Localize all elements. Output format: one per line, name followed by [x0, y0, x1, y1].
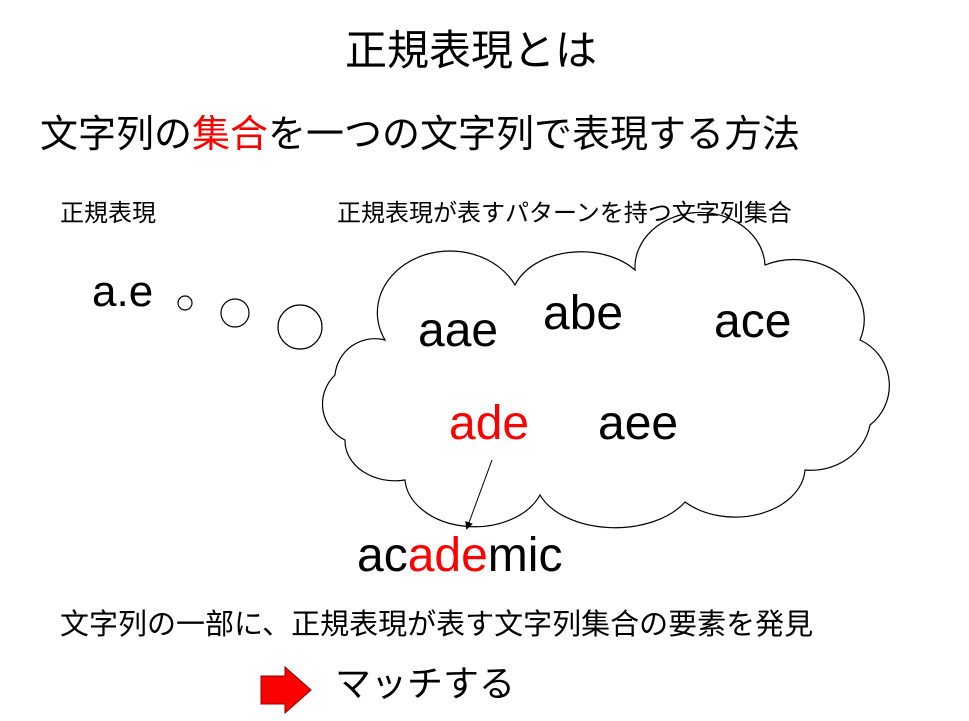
thought-bubble-medium — [220, 298, 250, 328]
thought-bubble-large — [277, 304, 323, 350]
cloud-word: ace — [714, 295, 792, 348]
subtitle-part: 文字列の — [40, 112, 193, 156]
cloud-word: aae — [418, 304, 499, 357]
example-match: ade — [407, 529, 488, 582]
example-part: ac — [357, 529, 408, 582]
label-string-set: 正規表現が表すパターンを持つ文字列集合 — [337, 199, 792, 227]
example-word: academic — [357, 532, 562, 580]
explanation: 文字列の一部に、正規表現が表す文字列集合の要素を発見 — [60, 607, 814, 641]
page-title: 正規表現とは — [345, 26, 598, 75]
label-regex: 正規表現 — [60, 199, 156, 227]
cloud-word: abe — [543, 287, 624, 340]
subtitle-highlight: 集合 — [192, 112, 269, 156]
example-part: mic — [487, 529, 563, 582]
cloud-word: aee — [598, 397, 679, 450]
cloud-word-highlight: ade — [449, 397, 530, 450]
regex-example: a.e — [92, 267, 154, 316]
red-arrow-icon — [260, 665, 312, 715]
subtitle-part: を一つの文字列で表現する方法 — [268, 112, 801, 156]
thought-bubble-small — [177, 295, 193, 311]
subtitle: 文字列の集合を一つの文字列で表現する方法 — [40, 115, 800, 153]
cloud-shape — [321, 211, 890, 529]
result-text: マッチする — [335, 664, 516, 705]
